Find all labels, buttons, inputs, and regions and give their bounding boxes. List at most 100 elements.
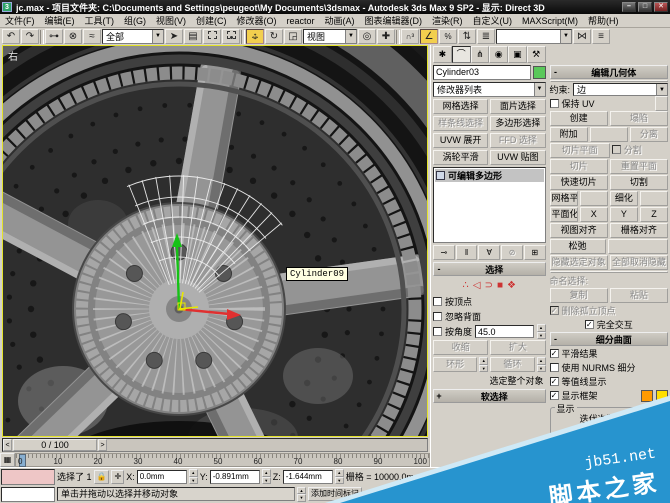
pin-stack-icon[interactable]: ⊸: [433, 245, 455, 260]
x-coordinate-field[interactable]: 0.0mm: [136, 469, 187, 484]
undo-icon[interactable]: ↶: [2, 29, 20, 44]
menu-views[interactable]: 视图(V): [151, 14, 191, 27]
edge-mode-icon[interactable]: ◁: [473, 280, 481, 291]
create-tab-icon[interactable]: ✱: [433, 46, 452, 63]
menu-group[interactable]: 组(G): [119, 14, 151, 27]
menu-help[interactable]: 帮助(H): [583, 14, 624, 27]
selection-rollout-header[interactable]: - 选择: [433, 262, 546, 276]
uvw-map-button[interactable]: UVW 贴图: [490, 150, 546, 165]
grid-align-button[interactable]: 栅格对齐: [609, 223, 669, 238]
relax-button[interactable]: 松弛: [549, 239, 606, 254]
named-sets-icon[interactable]: ≣: [477, 29, 495, 44]
element-mode-icon[interactable]: ❖: [507, 280, 516, 291]
time-slider[interactable]: < 0 / 100 >: [2, 438, 428, 452]
object-name-field[interactable]: Cylinder03: [433, 65, 531, 80]
patch-select-button[interactable]: 面片选择: [490, 99, 546, 114]
preserve-uv-checkbox[interactable]: 保持 UV: [549, 96, 668, 111]
time-slider-thumb[interactable]: 0 / 100: [13, 439, 97, 451]
quickslice-button[interactable]: 快速切片: [549, 175, 608, 190]
move-tool-icon[interactable]: ↔ ↕: [246, 29, 264, 44]
poly-select-button[interactable]: 多边形选择: [490, 116, 546, 131]
show-end-result-icon[interactable]: ‖: [455, 245, 478, 260]
by-vertex-checkbox[interactable]: 按顶点: [433, 295, 546, 308]
hierarchy-tab-icon[interactable]: ⋔: [470, 46, 490, 63]
motion-tab-icon[interactable]: ◉: [489, 46, 508, 63]
preserve-uv-settings-button[interactable]: [655, 96, 668, 111]
snap-3d-icon[interactable]: ∩³: [401, 29, 419, 44]
repeat-last-button[interactable]: 重复上一个: [549, 80, 668, 82]
track-bar-ruler[interactable]: 0 10 20 30 40 50 60 70 80 90 100: [15, 453, 430, 467]
menu-animation[interactable]: 动画(A): [320, 14, 360, 27]
soft-selection-rollout-header[interactable]: + 软选择: [433, 389, 546, 403]
menu-customize[interactable]: 自定义(U): [468, 14, 518, 27]
select-link-icon[interactable]: ⊶: [45, 29, 63, 44]
menu-edit[interactable]: 编辑(E): [40, 14, 80, 27]
display-tab-icon[interactable]: ▣: [508, 46, 527, 63]
manipulate-icon[interactable]: ✚: [377, 29, 395, 44]
configure-sets-icon[interactable]: ⊞: [523, 245, 546, 260]
coord-system-dropdown[interactable]: 视图 ▼: [303, 29, 357, 44]
by-angle-checkbox[interactable]: 按角度 45.0 ▲ ▼: [433, 324, 546, 339]
maximize-button[interactable]: □: [638, 2, 652, 12]
redo-icon[interactable]: ↷: [21, 29, 39, 44]
planar-z-button[interactable]: Z: [639, 207, 669, 222]
loop-spinner[interactable]: ▲ ▼: [536, 357, 546, 372]
make-unique-icon[interactable]: ∀: [478, 245, 501, 260]
absolute-offset-toggle-icon[interactable]: ✛: [111, 469, 125, 484]
y-spinner[interactable]: ▲ ▼: [261, 469, 271, 485]
attach-list-button[interactable]: [589, 127, 628, 142]
make-planar-button[interactable]: 平面化: [549, 207, 578, 222]
bind-spacewarp-icon[interactable]: ≈: [83, 29, 101, 44]
mirror-icon[interactable]: ⋈: [573, 29, 591, 44]
spinner-snap-icon[interactable]: ⇅: [458, 29, 476, 44]
percent-snap-icon[interactable]: %: [439, 29, 457, 44]
meshsmooth-settings-button[interactable]: [579, 191, 608, 206]
modifier-list-dropdown[interactable]: 修改器列表 ▼: [433, 82, 546, 97]
turbosmooth-button[interactable]: 涡轮平滑: [433, 150, 489, 165]
region-select-icon[interactable]: [203, 29, 221, 44]
vertex-mode-icon[interactable]: ∴: [463, 280, 469, 291]
menu-tools[interactable]: 工具(T): [80, 14, 120, 27]
attach-button[interactable]: 附加: [549, 127, 588, 142]
split-checkbox[interactable]: 分割: [611, 143, 668, 156]
view-align-button[interactable]: 视图对齐: [549, 223, 608, 238]
polygon-mode-icon[interactable]: ■: [497, 280, 503, 291]
menu-create[interactable]: 创建(C): [191, 14, 232, 27]
prev-frame-button[interactable]: <: [3, 439, 12, 451]
y-coordinate-field[interactable]: -0.891mm: [209, 469, 260, 484]
edit-geometry-rollout-header[interactable]: - 编辑几何体: [549, 65, 668, 79]
utilities-tab-icon[interactable]: ⚒: [526, 46, 546, 63]
uvw-unwrap-button[interactable]: UVW 展开: [433, 133, 489, 148]
next-frame-button[interactable]: >: [98, 439, 107, 451]
minimize-button[interactable]: –: [622, 2, 636, 12]
cut-button[interactable]: 切割: [609, 175, 669, 190]
scale-tool-icon[interactable]: ◲: [284, 29, 302, 44]
create-button[interactable]: 创建: [549, 111, 608, 126]
subdivision-surface-rollout-header[interactable]: - 细分曲面: [549, 332, 668, 346]
show-cage-checkbox[interactable]: 显示框架: [549, 389, 668, 402]
selection-filter-dropdown[interactable]: 全部 ▼: [102, 29, 164, 44]
mini-curve-editor-icon[interactable]: ▦: [0, 453, 15, 467]
select-by-name-icon[interactable]: ▤: [184, 29, 202, 44]
menu-maxscript[interactable]: MAXScript(M): [517, 16, 583, 26]
pivot-center-icon[interactable]: ◎: [358, 29, 376, 44]
named-sets-dropdown[interactable]: ▼: [496, 29, 572, 44]
angle-snap-icon[interactable]: ∠: [420, 29, 438, 44]
prompt-spinner[interactable]: ▲ ▼: [297, 486, 306, 502]
menu-graph-editors[interactable]: 图表编辑器(D): [360, 14, 428, 27]
z-spinner[interactable]: ▲ ▼: [334, 469, 344, 485]
modifier-stack[interactable]: 可编辑多边形: [433, 167, 546, 243]
menu-modifiers[interactable]: 修改器(O): [232, 14, 282, 27]
smooth-result-checkbox[interactable]: 平滑结果: [549, 347, 668, 360]
maxscript-mini-listener-pink[interactable]: [1, 469, 55, 485]
ignore-backfacing-checkbox[interactable]: 忽略背面: [433, 310, 546, 323]
tessellate-settings-button[interactable]: [639, 191, 669, 206]
z-coordinate-field[interactable]: -1.644mm: [282, 469, 333, 484]
rotate-tool-icon[interactable]: ↻: [265, 29, 283, 44]
window-crossing-icon[interactable]: [222, 29, 240, 44]
planar-x-button[interactable]: X: [579, 207, 608, 222]
full-interactivity-checkbox[interactable]: 完全交互: [550, 318, 668, 331]
x-spinner[interactable]: ▲ ▼: [188, 469, 198, 485]
viewport-right[interactable]: 右 Cylinder09: [2, 45, 428, 437]
object-color-swatch[interactable]: [532, 66, 546, 79]
